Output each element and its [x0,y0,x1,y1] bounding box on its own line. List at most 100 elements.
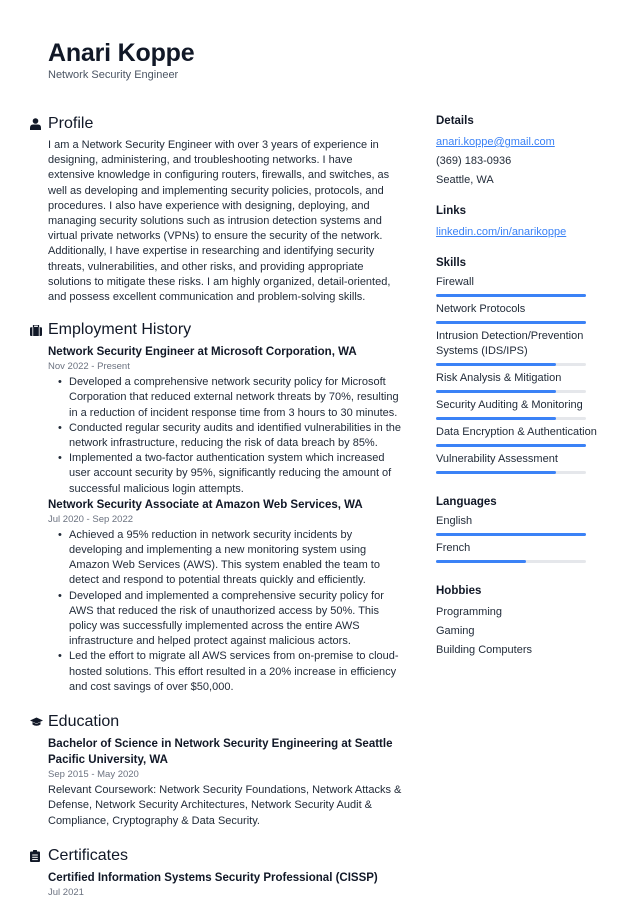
skill-item: Network Protocols [436,302,626,324]
profile-text: I am a Network Security Engineer with ov… [48,139,391,304]
languages-title: Languages [436,496,497,508]
details-title: Details [436,115,474,127]
resume-header: Anari Koppe Network Security Engineer [48,38,195,82]
job-bullet: Developed and implemented a comprehensiv… [58,589,402,650]
language-item: English [436,514,626,536]
user-icon [30,117,48,131]
hobby-item: Building Computers [436,644,532,656]
language-label: French [436,542,471,554]
location: Seattle, WA [436,174,494,186]
email-link[interactable]: anari.koppe@gmail.com [436,133,626,152]
language-label: English [436,515,473,527]
job-title: Network Security Associate at Amazon Web… [48,498,363,511]
level-bar-fill [436,444,586,447]
employment-heading: Employment History [30,319,402,341]
level-bar-track [436,363,586,366]
certificates-section: Certificates Certified Information Syste… [30,845,402,899]
job-bullets: Developed a comprehensive network securi… [48,375,402,497]
graduation-cap-icon [30,715,48,729]
level-bar-fill [436,294,586,297]
level-bar-track [436,294,586,297]
links-section: Links linkedin.com/in/anarikoppe [436,203,626,242]
level-bar-track [436,417,586,420]
job-title: Network Security Engineer at Microsoft C… [48,346,357,359]
skills-title: Skills [436,257,467,269]
certificates-title: Certificates [48,846,129,864]
job-entry: Network Security Associate at Amazon Web… [48,497,402,695]
level-bar-track [436,471,586,474]
education-title: Education [48,713,120,731]
briefcase-icon [30,323,48,337]
job-entry: Network Security Engineer at Microsoft C… [48,344,402,497]
skill-label: Risk Analysis & Mitigation [436,372,562,384]
links-title: Links [436,205,467,217]
certificate-title: Certified Information Systems Security P… [48,871,378,884]
profile-title: Profile [48,115,94,132]
level-bar-fill [436,417,556,420]
job-bullet: Achieved a 95% reduction in network secu… [58,528,402,589]
level-bar-track [436,390,586,393]
level-bar-fill [436,390,556,393]
certificate-date: Jul 2021 [48,886,84,898]
level-bar-fill [436,533,586,536]
level-bar-fill [436,471,556,474]
skills-list: Firewall Network Protocols Intrusion Detec… [436,275,626,474]
skill-label: Firewall [436,276,474,288]
certificate-item: Certified Information Systems Security P… [30,870,402,899]
skill-item: Security Auditing & Monitoring [436,398,626,420]
skills-section: Skills Firewall Network Protocols Intrusio… [436,255,626,474]
degree-date: Sep 2015 - May 2020 [48,769,139,781]
certificates-heading: Certificates [30,845,402,867]
job-bullets: Achieved a 95% reduction in network secu… [48,528,402,695]
sidebar-column: Details anari.koppe@gmail.com (369) 183-… [436,113,626,673]
level-bar-fill [436,560,526,563]
level-bar-track [436,321,586,324]
hobbies-section: Hobbies Programming Gaming Building Comput… [436,583,626,660]
degree-title: Bachelor of Science in Network Security … [48,738,393,767]
job-bullet: Led the effort to migrate all AWS servic… [58,649,402,695]
skill-item: Data Encryption & Authentication [436,425,626,447]
employment-title: Employment History [48,321,192,339]
skill-item: Vulnerability Assessment [436,452,626,474]
education-heading: Education [30,711,402,733]
level-bar-track [436,533,586,536]
skill-label: Vulnerability Assessment [436,453,558,465]
skill-item: Firewall [436,275,626,297]
skill-label: Network Protocols [436,303,526,315]
job-date: Jul 2020 - Sep 2022 [48,513,134,525]
skill-item: Intrusion Detection/Prevention Systems (… [436,329,626,366]
education-item: Bachelor of Science in Network Security … [30,736,402,829]
job-list: Network Security Engineer at Microsoft C… [30,344,402,695]
skill-label: Security Auditing & Monitoring [436,399,583,411]
languages-section: Languages English French [436,494,626,563]
profile-section: Profile I am a Network Security Engineer… [30,113,402,305]
language-item: French [436,541,626,563]
hobby-item: Gaming [436,625,475,637]
linkedin-link[interactable]: linkedin.com/in/anarikoppe [436,223,626,242]
level-bar-track [436,444,586,447]
level-bar-fill [436,321,586,324]
main-column: Profile I am a Network Security Engineer… [30,113,402,905]
details-section: Details anari.koppe@gmail.com (369) 183-… [436,113,626,190]
level-bar-fill [436,363,556,366]
phone-number: (369) 183-0936 [436,155,512,167]
clipboard-icon [30,849,48,863]
skill-label: Data Encryption & Authentication [436,426,597,438]
education-section: Education Bachelor of Science in Network… [30,711,402,829]
languages-list: English French [436,514,626,563]
skill-item: Risk Analysis & Mitigation [436,371,626,393]
job-bullet: Implemented a two-factor authentication … [58,451,402,497]
level-bar-track [436,560,586,563]
job-bullet: Conducted regular security audits and id… [58,421,402,451]
hobbies-title: Hobbies [436,585,482,597]
candidate-name: Anari Koppe [48,39,195,67]
job-date: Nov 2022 - Present [48,361,130,373]
candidate-title: Network Security Engineer [48,69,179,81]
employment-section: Employment History Network Security Engi… [30,319,402,695]
job-bullet: Developed a comprehensive network securi… [58,375,402,421]
profile-heading: Profile [30,113,402,135]
hobby-item: Programming [436,606,503,618]
hobbies-list: Programming Gaming Building Computers [436,603,626,660]
skill-label: Intrusion Detection/Prevention Systems (… [436,330,584,357]
degree-coursework: Relevant Coursework: Network Security Fo… [48,784,402,827]
